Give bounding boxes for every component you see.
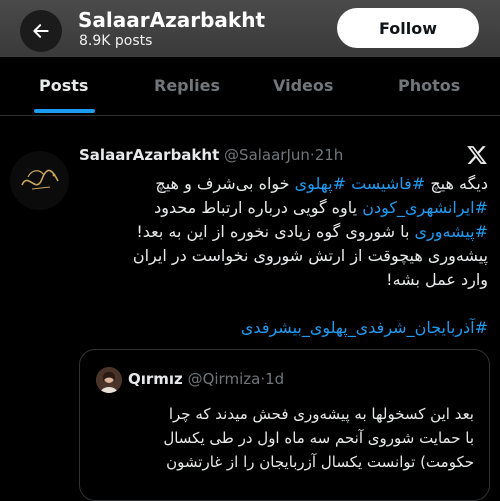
- text-segment: یاوه گویی درباره ارتباط محدود: [154, 198, 363, 217]
- tab-videos[interactable]: Videos: [273, 76, 333, 95]
- tweet-author[interactable]: SalaarAzarbakht: [79, 146, 219, 164]
- text-segment: دیگه هیچ: [425, 174, 488, 193]
- quote-header: Qırmız @Qirmiza·1d: [128, 370, 284, 388]
- quote-text: بعد این کسخولها به پیشه‌وری فحش میدند که…: [90, 402, 474, 474]
- text-segment: خواه بی‌شرف و هیچ: [155, 174, 295, 193]
- follow-button[interactable]: Follow: [337, 8, 479, 48]
- text-segment: با شوروی گوه زیادی نخوره از این به بعد!: [136, 222, 415, 241]
- quote-line: حکومت) توانست یکسال آزربایجان را از غارت…: [166, 453, 474, 471]
- quote-time[interactable]: 1d: [265, 370, 284, 388]
- x-logo-icon: [467, 146, 487, 164]
- tab-replies[interactable]: Replies: [154, 76, 220, 95]
- tweet-header: SalaarAzarbakht @SalaarJun·21h: [79, 146, 343, 164]
- hashtag-link[interactable]: #پیشه‌وری: [414, 222, 488, 241]
- hashtag-link[interactable]: #فاشیست: [351, 174, 425, 193]
- tweet-handle[interactable]: @SalaarJun: [224, 146, 310, 164]
- text-segment: پیشه‌وری هیچوقت از ارتش شوروی نخواست در …: [132, 246, 488, 265]
- posts-count: 8.9K posts: [79, 33, 153, 49]
- avatar[interactable]: [10, 151, 69, 210]
- tabs-divider: [0, 115, 500, 116]
- quote-handle[interactable]: @Qirmiza: [188, 370, 261, 388]
- back-button[interactable]: [20, 10, 62, 52]
- quote-line: با حمایت شوروی آنحم سه ماه اول در طی یکس…: [163, 429, 474, 447]
- quote-author[interactable]: Qırmız: [128, 370, 183, 388]
- tweet-line: دیگه هیچ #فاشیست #پهلوی خواه بی‌شرف و هی…: [78, 172, 488, 196]
- tweet-line: #پیشه‌وری با شوروی گوه زیادی نخوره از ای…: [78, 220, 488, 244]
- back-arrow-icon: [33, 24, 49, 38]
- tweet-line: #ایرانشهری_کودن یاوه گویی درباره ارتباط …: [78, 196, 488, 220]
- profile-name: SalaarAzarbakht: [78, 8, 266, 32]
- tweet-line: پیشه‌وری هیچوقت از ارتش شوروی نخواست در …: [78, 244, 488, 268]
- tweet-text: دیگه هیچ #فاشیست #پهلوی خواه بی‌شرف و هی…: [78, 172, 488, 340]
- tab-photos[interactable]: Photos: [398, 76, 460, 95]
- paragraph-break: [78, 292, 488, 316]
- tweet-line: وارد عمل بشه!: [78, 268, 488, 292]
- quote-avatar[interactable]: [96, 367, 122, 393]
- active-tab-indicator: [34, 109, 95, 113]
- quote-line: بعد این کسخولها به پیشه‌وری فحش میدند که…: [168, 405, 474, 423]
- tweet-time[interactable]: 21h: [315, 146, 344, 164]
- text-segment: وارد عمل بشه!: [386, 270, 488, 289]
- quoted-tweet[interactable]: Qırmız @Qirmiza·1d بعد این کسخولها به پی…: [79, 349, 490, 501]
- hashtag-link[interactable]: #پهلوی: [295, 174, 346, 193]
- tab-posts[interactable]: Posts: [39, 76, 88, 95]
- hashtag-link[interactable]: #آذربایجان_شرفدی_پهلوی_بیشرفدی: [78, 316, 488, 340]
- hashtag-link[interactable]: #ایرانشهری_کودن: [362, 198, 488, 217]
- profile-tabs: Posts Replies Videos Photos: [0, 57, 500, 114]
- profile-header: SalaarAzarbakht 8.9K posts Follow: [0, 0, 500, 57]
